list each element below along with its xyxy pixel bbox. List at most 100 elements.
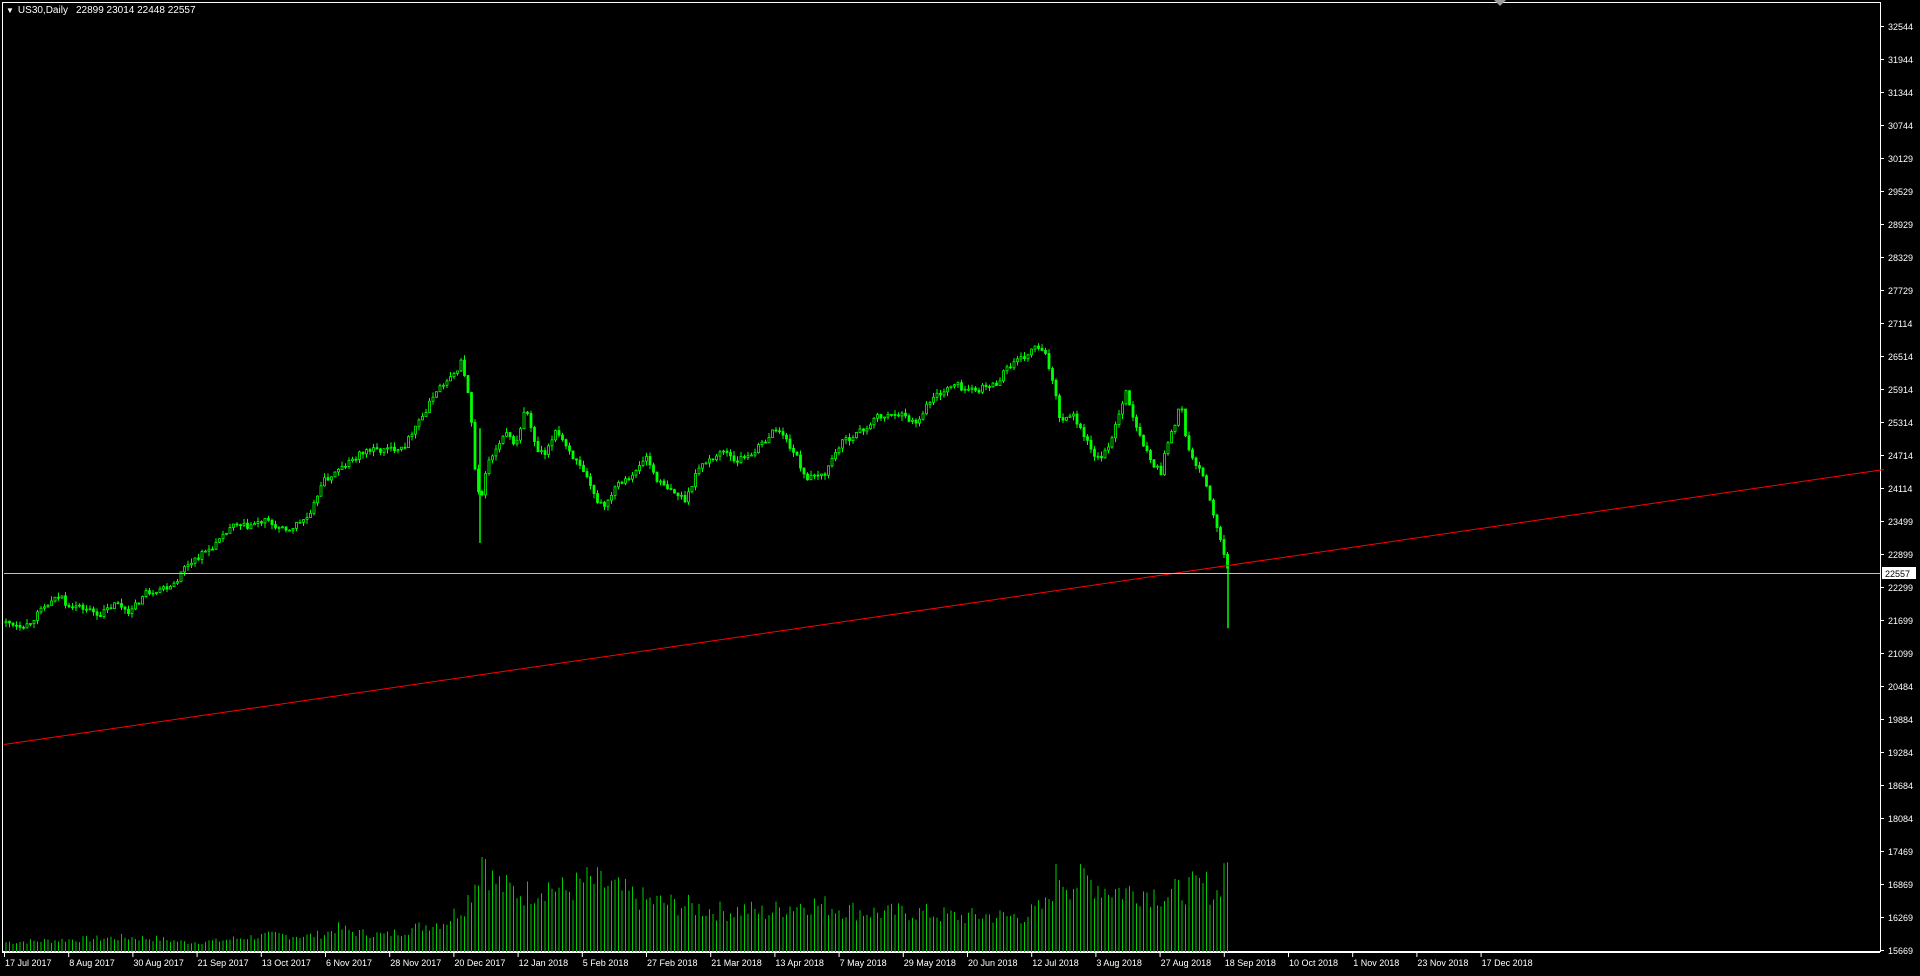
candle-body (1128, 390, 1131, 406)
candle-body (344, 465, 347, 468)
candle-body (151, 592, 155, 595)
candle-body (1107, 446, 1110, 451)
candle-body (316, 495, 319, 504)
candle-body (750, 454, 753, 457)
price-tick-label: 15669 (1888, 946, 1913, 956)
candle-body (949, 385, 953, 389)
candle-body (1145, 445, 1149, 452)
candle-body (998, 380, 1002, 386)
candle-body (914, 419, 918, 424)
price-tick-label: 21699 (1888, 616, 1913, 626)
candle-body (1194, 457, 1198, 466)
candle-body (753, 452, 757, 456)
candle-body (666, 484, 669, 489)
candle-body (830, 458, 834, 467)
candle-body (956, 382, 960, 386)
price-tick-label: 19884 (1888, 715, 1913, 725)
candle-body (382, 448, 386, 453)
candle-body (302, 519, 305, 523)
candle-body (494, 448, 498, 457)
candle-body (57, 596, 60, 599)
candle-body (1180, 408, 1184, 411)
candle-body (473, 421, 477, 470)
candle-body (781, 431, 785, 436)
candle-body (1054, 379, 1058, 397)
candle-body (260, 521, 263, 524)
candle-body (981, 384, 984, 393)
candle-body (60, 595, 64, 599)
candle-body (326, 477, 330, 481)
candle-body (78, 604, 81, 607)
candle-body (407, 436, 410, 448)
candle-body (337, 469, 340, 473)
candle-body (862, 428, 865, 432)
candle-body (330, 476, 333, 481)
candle-body (274, 524, 277, 529)
candle-body (463, 359, 466, 376)
candle-body (39, 607, 43, 613)
price-tick-label: 27729 (1888, 286, 1913, 296)
candle-body (431, 396, 435, 402)
price-tick-label: 26514 (1888, 352, 1913, 362)
candle-body (386, 447, 389, 450)
candle-body (284, 526, 288, 531)
candle-body (536, 441, 540, 453)
candle-body (991, 382, 995, 388)
candle-body (1082, 427, 1086, 437)
candle-body (365, 449, 368, 455)
candle-body (806, 473, 809, 481)
candle-body (1093, 448, 1096, 457)
candle-body (43, 606, 46, 609)
candle-body (897, 414, 900, 417)
ohlc-readout: 22899 23014 22448 22557 (75, 5, 196, 16)
candle-body (1040, 348, 1044, 351)
candle-body (904, 412, 907, 417)
candle-body (785, 434, 788, 440)
candle-body (995, 382, 998, 386)
time-tick-label: 8 Aug 2017 (69, 958, 115, 968)
candle-body (767, 437, 771, 444)
candle-body (64, 595, 67, 606)
candle-body (732, 455, 736, 462)
chart-window[interactable]: 32544 31944 31344 30744 30129 29529 28929 28329… (0, 0, 1920, 976)
candle-body (95, 611, 99, 616)
candle-body (368, 449, 372, 452)
candle-body (1142, 434, 1145, 447)
candle-body (1184, 408, 1187, 437)
candle-body (743, 456, 746, 459)
candle-body (379, 448, 382, 453)
candle-body (883, 416, 886, 419)
candle-body (823, 473, 827, 476)
candle-body (869, 424, 872, 429)
candle-body (445, 380, 449, 386)
candle-body (204, 550, 207, 553)
candle-body (137, 602, 141, 605)
candle-body (512, 436, 515, 445)
candle-body (256, 521, 260, 524)
price-tick-label: 25914 (1888, 385, 1913, 395)
candle-body (1117, 413, 1121, 425)
candle-body (123, 606, 127, 610)
candle-body (687, 491, 690, 503)
price-tick-label: 22299 (1888, 583, 1913, 593)
candle-body (760, 441, 764, 446)
candle-body (417, 419, 421, 427)
time-tick-label: 30 Aug 2017 (133, 958, 184, 968)
candle-body (725, 450, 729, 453)
candle-body (242, 522, 246, 526)
time-tick-label: 23 Nov 2018 (1417, 958, 1468, 968)
candle-body (183, 566, 186, 573)
chart-canvas[interactable]: 32544 31944 31344 30744 30129 29529 28929 28329… (0, 0, 1920, 976)
dropdown-triangle-icon[interactable]: ▼ (6, 6, 14, 15)
candle-body (1121, 403, 1124, 415)
candle-body (414, 425, 417, 435)
candle-body (221, 533, 225, 540)
candle-body (932, 396, 935, 403)
candle-body (162, 586, 165, 590)
candle-body (837, 447, 841, 453)
candle-body (393, 446, 396, 452)
candle-body (347, 460, 351, 467)
trendline[interactable] (3, 469, 1885, 746)
candle-body (1219, 527, 1222, 540)
candle-body (106, 607, 109, 611)
